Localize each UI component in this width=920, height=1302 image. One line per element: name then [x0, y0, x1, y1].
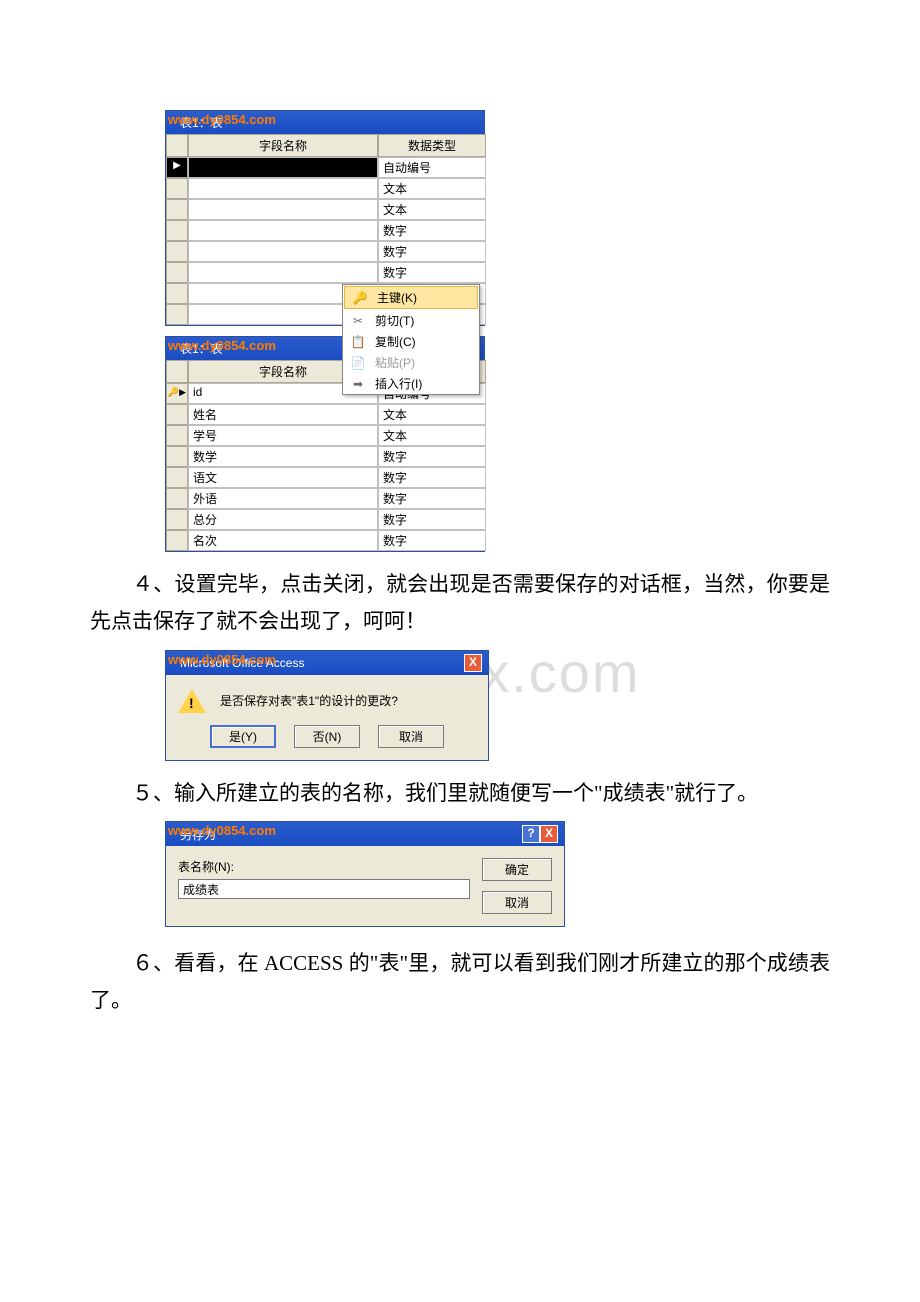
type-cell[interactable]: 文本 — [378, 178, 486, 199]
menu-insert-row[interactable]: ➡ 插入行(I) — [343, 373, 479, 394]
dialog-titlebar: www.dy0854.com Microsoft Office Access X — [166, 651, 488, 675]
row-selector[interactable] — [166, 404, 188, 425]
menu-label: 插入行(I) — [375, 375, 422, 392]
field-cell[interactable] — [188, 241, 378, 262]
menu-label: 复制(C) — [375, 333, 416, 350]
type-cell[interactable]: 文本 — [378, 404, 486, 425]
datatype-header: 数据类型 — [378, 134, 486, 157]
copy-icon: 📋 — [347, 335, 369, 349]
type-cell[interactable]: 数字 — [378, 241, 486, 262]
type-cell[interactable]: 数字 — [378, 488, 486, 509]
url-watermark: www.dy0854.com — [168, 823, 276, 838]
menu-label: 粘贴(P) — [375, 354, 415, 371]
fieldname-header: 字段名称 — [188, 134, 378, 157]
window-title-1: www.dy0854.com 表1：表 — [166, 111, 484, 134]
menu-label: 主键(K) — [377, 289, 417, 306]
field-cell[interactable] — [188, 178, 378, 199]
dialog-body: 是否保存对表"表1"的设计的更改? 是(Y) 否(N) 取消 — [166, 675, 488, 760]
type-cell[interactable]: 文本 — [378, 199, 486, 220]
ok-button[interactable]: 确定 — [482, 858, 552, 881]
paragraph-5: ５、输入所建立的表的名称，我们里就随便写一个"成绩表"就行了。 — [90, 775, 830, 812]
saveas-body: 表名称(N): 确定 取消 — [166, 846, 564, 926]
type-cell[interactable]: 数字 — [378, 262, 486, 283]
row-selector[interactable] — [166, 530, 188, 551]
paste-icon: 📄 — [347, 356, 369, 370]
row-selector[interactable] — [166, 467, 188, 488]
dialog-message: 是否保存对表"表1"的设计的更改? — [220, 692, 398, 709]
row-selector[interactable] — [166, 241, 188, 262]
type-cell[interactable]: 数字 — [378, 446, 486, 467]
field-cell[interactable]: 姓名 — [188, 404, 378, 425]
field-cell[interactable] — [188, 157, 378, 178]
type-cell[interactable]: 数字 — [378, 467, 486, 488]
type-cell[interactable]: 数字 — [378, 509, 486, 530]
selector-header — [166, 134, 188, 157]
type-cell[interactable]: 数字 — [378, 530, 486, 551]
cancel-button[interactable]: 取消 — [482, 891, 552, 914]
menu-copy[interactable]: 📋 复制(C) — [343, 331, 479, 352]
cut-icon: ✂ — [347, 314, 369, 328]
menu-label: 剪切(T) — [375, 312, 414, 329]
document-content: www.dy0854.com 表1：表 字段名称 数据类型 ▶ 自动编号 文本 … — [90, 110, 830, 1019]
type-cell[interactable]: 数字 — [378, 220, 486, 241]
type-cell[interactable]: 文本 — [378, 425, 486, 446]
field-cell[interactable]: 数学 — [188, 446, 378, 467]
row-selector[interactable] — [166, 446, 188, 467]
url-watermark: www.dy0854.com — [168, 112, 276, 127]
row-selector[interactable]: 🔑▶ — [166, 383, 188, 404]
table-name-input[interactable] — [178, 879, 470, 899]
field-cell[interactable] — [188, 262, 378, 283]
table-name-label: 表名称(N): — [178, 858, 470, 875]
row-selector[interactable] — [166, 488, 188, 509]
row-selector[interactable] — [166, 509, 188, 530]
url-watermark: www.dy0854.com — [168, 338, 276, 353]
close-button[interactable]: X — [464, 654, 482, 672]
yes-button[interactable]: 是(Y) — [210, 725, 276, 748]
selector-header — [166, 360, 188, 383]
no-button[interactable]: 否(N) — [294, 725, 360, 748]
save-confirm-dialog: www.dy0854.com Microsoft Office Access X… — [165, 650, 489, 761]
paragraph-6: ６、看看，在 ACCESS 的"表"里，就可以看到我们刚才所建立的那个成绩表了。 — [90, 945, 830, 1019]
field-cell[interactable] — [188, 199, 378, 220]
field-cell[interactable] — [188, 220, 378, 241]
row-selector[interactable] — [166, 283, 188, 304]
row-selector[interactable] — [166, 199, 188, 220]
menu-cut[interactable]: ✂ 剪切(T) — [343, 310, 479, 331]
row-selector[interactable] — [166, 262, 188, 283]
menu-paste: 📄 粘贴(P) — [343, 352, 479, 373]
close-button[interactable]: X — [540, 825, 558, 843]
insert-row-icon: ➡ — [347, 377, 369, 391]
cancel-button[interactable]: 取消 — [378, 725, 444, 748]
field-cell[interactable]: 语文 — [188, 467, 378, 488]
field-cell[interactable]: 外语 — [188, 488, 378, 509]
key-icon: 🔑 — [349, 291, 371, 305]
field-cell[interactable]: 学号 — [188, 425, 378, 446]
url-watermark: www.dy0854.com — [168, 652, 276, 667]
row-selector[interactable] — [166, 178, 188, 199]
context-menu: 🔑 主键(K) ✂ 剪切(T) 📋 复制(C) 📄 粘贴(P) ➡ 插入行(I) — [342, 284, 480, 395]
row-selector[interactable]: ▶ — [166, 157, 188, 178]
paragraph-4: ４、设置完毕，点击关闭，就会出现是否需要保存的对话框，当然，你要是先点击保存了就… — [90, 566, 830, 640]
menu-primary-key[interactable]: 🔑 主键(K) — [344, 286, 478, 309]
warning-icon — [178, 689, 206, 713]
field-cell[interactable]: 总分 — [188, 509, 378, 530]
save-as-dialog: www.dy0854.com 另存为 ? X 表名称(N): 确定 取消 — [165, 821, 565, 927]
row-selector[interactable] — [166, 220, 188, 241]
row-selector[interactable] — [166, 304, 188, 325]
saveas-titlebar: www.dy0854.com 另存为 ? X — [166, 822, 564, 846]
row-selector[interactable] — [166, 425, 188, 446]
field-cell[interactable]: 名次 — [188, 530, 378, 551]
type-cell[interactable]: 自动编号 — [378, 157, 486, 178]
help-button[interactable]: ? — [522, 825, 540, 843]
